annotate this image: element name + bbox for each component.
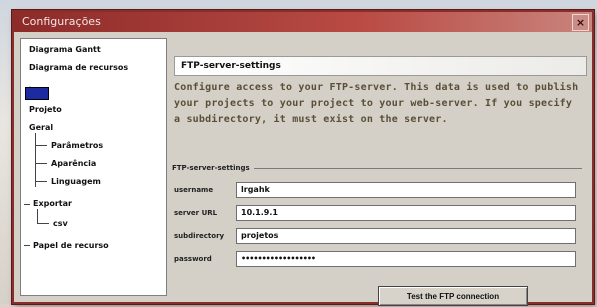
panel-description: Configure access to your FTP-server. Thi… [174,82,579,125]
password-field[interactable]: •••••••••••••••••• [236,251,576,267]
username-label: username [174,186,214,194]
tree-item-gantt[interactable]: Diagrama Gantt [29,45,101,54]
close-button[interactable]: × [572,14,589,31]
tree-item-ftp-selected[interactable] [25,87,49,100]
tree-connector [37,209,38,223]
tree-item-resource-role[interactable]: Papel de recurso [33,241,109,250]
password-label: password [174,255,212,263]
server-url-label: server URL [174,209,218,217]
tree-item-export[interactable]: Exportar [33,199,72,208]
username-field[interactable]: lrgahk [236,182,576,198]
dialog-content: Diagrama Gantt Diagrama de recursos FTP … [14,32,592,306]
tree-connector [35,181,47,182]
tree-item-ftp: FTP [29,87,32,88]
tree-connector [35,133,36,187]
tree-connector [35,163,47,164]
tree-item-resources-diagram[interactable]: Diagrama de recursos [29,63,128,72]
tree-connector [37,223,49,224]
title-bar[interactable]: Configurações × [14,12,592,32]
panel-header: FTP-server-settings [174,56,587,76]
settings-dialog: Configurações × Diagrama Gantt Diagrama … [12,10,594,306]
subdirectory-label: subdirectory [174,232,225,240]
settings-tree: Diagrama Gantt Diagrama de recursos FTP … [20,38,167,296]
tree-connector [24,204,30,205]
test-ftp-connection-button[interactable]: Test the FTP connection [378,286,528,306]
tree-item-project[interactable]: Projeto [29,105,62,114]
tree-item-csv[interactable]: csv [53,219,68,228]
window-title: Configurações [22,15,101,28]
tree-item-general[interactable]: Geral [29,123,53,132]
subdirectory-field[interactable]: projetos [236,228,576,244]
tree-item-appearance[interactable]: Aparência [51,159,96,168]
tree-connector [35,145,47,146]
tree-item-parameters[interactable]: Parâmetros [51,141,103,150]
tree-item-language[interactable]: Linguagem [51,177,101,186]
tree-connector [24,245,30,246]
group-title: FTP-server-settings [172,164,254,172]
server-url-field[interactable]: 10.1.9.1 [236,205,576,221]
